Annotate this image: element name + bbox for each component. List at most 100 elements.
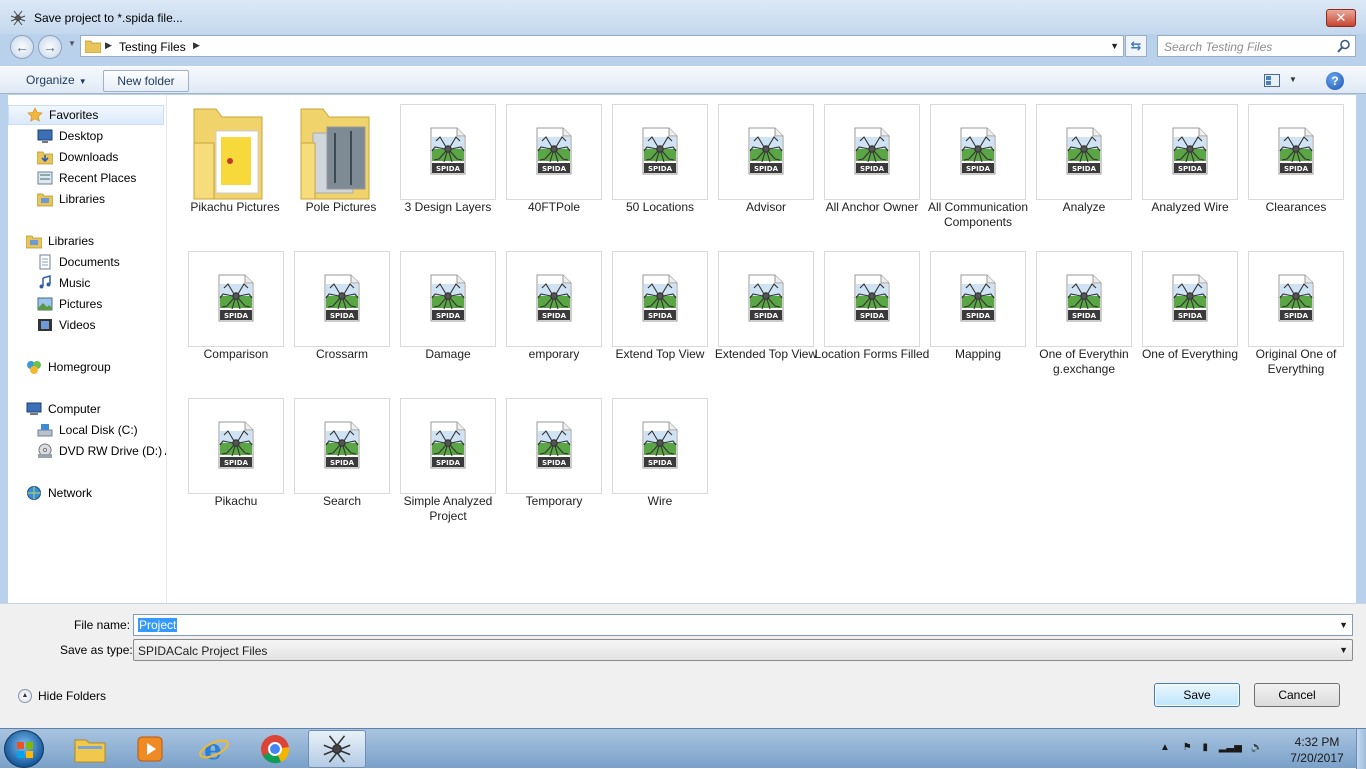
- view-options-icon[interactable]: [1264, 74, 1280, 87]
- show-desktop-button[interactable]: [1356, 729, 1366, 769]
- tray-expand-icon[interactable]: ▲: [1160, 742, 1170, 753]
- sidebar-item-libraries[interactable]: Libraries: [26, 231, 94, 251]
- sidebar-item-pictures[interactable]: Pictures: [37, 294, 102, 314]
- spida-file-tile[interactable]: SPIDA: [824, 251, 920, 347]
- file-label[interactable]: Simple Analyzed Project: [388, 494, 508, 524]
- spida-file-tile[interactable]: SPIDA: [1142, 104, 1238, 200]
- sidebar-item-homegroup[interactable]: Homegroup: [26, 357, 111, 377]
- spida-file-tile[interactable]: SPIDA: [612, 104, 708, 200]
- new-folder-button[interactable]: New folder: [103, 70, 189, 92]
- file-label[interactable]: Temporary: [494, 494, 614, 509]
- sidebar-item-recent-places[interactable]: Recent Places: [37, 168, 136, 188]
- back-button[interactable]: ←: [10, 35, 34, 59]
- spida-file-tile[interactable]: SPIDA: [930, 251, 1026, 347]
- file-label[interactable]: Analyzed Wire: [1130, 200, 1250, 215]
- file-name-field[interactable]: Project ▼: [133, 614, 1353, 636]
- spida-file-tile[interactable]: SPIDA: [718, 104, 814, 200]
- spida-file-tile[interactable]: SPIDA: [718, 251, 814, 347]
- spida-file-tile[interactable]: SPIDA: [400, 251, 496, 347]
- file-label[interactable]: emporary: [494, 347, 614, 362]
- folder-icon[interactable]: [295, 103, 375, 203]
- file-label[interactable]: Wire: [600, 494, 720, 509]
- file-label[interactable]: Pikachu: [176, 494, 296, 509]
- spida-file-tile[interactable]: SPIDA: [824, 104, 920, 200]
- file-label[interactable]: Location Forms Filled: [812, 347, 932, 362]
- file-label[interactable]: Comparison: [176, 347, 296, 362]
- spidacalc-icon[interactable]: [308, 730, 366, 768]
- recent-pages-dropdown[interactable]: ▼: [68, 39, 76, 48]
- clock-date[interactable]: 7/20/2017: [1282, 750, 1352, 766]
- sidebar-item-local-disk[interactable]: Local Disk (C:): [37, 420, 138, 440]
- spida-file-tile[interactable]: SPIDA: [612, 251, 708, 347]
- spida-file-tile[interactable]: SPIDA: [294, 251, 390, 347]
- sidebar-item-downloads[interactable]: Downloads: [37, 147, 118, 167]
- spida-file-tile[interactable]: SPIDA: [1248, 251, 1344, 347]
- spida-file-tile[interactable]: SPIDA: [506, 398, 602, 494]
- sidebar-item-computer[interactable]: Computer: [26, 399, 101, 419]
- sidebar-item-videos[interactable]: Videos: [37, 315, 95, 335]
- chevron-down-icon[interactable]: ▼: [79, 77, 87, 86]
- media-player-icon[interactable]: [122, 730, 178, 768]
- help-button[interactable]: ?: [1326, 72, 1344, 90]
- network-signal-icon[interactable]: ▂▃▅: [1219, 742, 1242, 753]
- save-type-select[interactable]: SPIDACalc Project Files ▼: [133, 639, 1353, 661]
- sidebar-item-libraries-fav[interactable]: Libraries: [37, 189, 105, 209]
- sidebar-item-documents[interactable]: Documents: [37, 252, 120, 272]
- file-label[interactable]: Search: [282, 494, 402, 509]
- breadcrumb-separator[interactable]: ▶: [105, 40, 112, 51]
- view-dropdown-icon[interactable]: ▼: [1289, 75, 1297, 84]
- file-label[interactable]: Mapping: [918, 347, 1038, 362]
- hide-folders-button[interactable]: ▲ Hide Folders: [18, 689, 106, 703]
- file-label[interactable]: All Communication Components: [918, 200, 1038, 230]
- file-label[interactable]: 40FTPole: [494, 200, 614, 215]
- search-input[interactable]: Search Testing Files: [1164, 40, 1272, 54]
- action-center-icon[interactable]: ⚑: [1183, 742, 1192, 753]
- power-icon[interactable]: ▮: [1202, 742, 1208, 753]
- sidebar-item-dvd-drive[interactable]: DVD RW Drive (D:) A: [37, 441, 166, 461]
- save-button[interactable]: Save: [1154, 683, 1240, 707]
- spida-file-tile[interactable]: SPIDA: [506, 251, 602, 347]
- file-label[interactable]: Original One of Everything: [1236, 347, 1356, 377]
- file-label[interactable]: Analyze: [1024, 200, 1144, 215]
- breadcrumb-separator[interactable]: ▶: [193, 40, 200, 51]
- chevron-up-icon[interactable]: ▲: [18, 689, 32, 703]
- address-dropdown-icon[interactable]: ▼: [1110, 41, 1119, 51]
- file-label[interactable]: Extended Top View: [706, 347, 826, 362]
- file-label[interactable]: One of Everything.exchange: [1036, 347, 1132, 377]
- address-bar[interactable]: ▶ Testing Files ▶ ▼: [80, 35, 1124, 57]
- folder-label[interactable]: Pole Pictures: [281, 200, 401, 215]
- spida-file-tile[interactable]: SPIDA: [400, 104, 496, 200]
- chrome-icon[interactable]: [247, 730, 303, 768]
- spida-file-tile[interactable]: SPIDA: [188, 398, 284, 494]
- sidebar-item-network[interactable]: Network: [26, 483, 92, 503]
- file-label[interactable]: Extend Top View: [600, 347, 720, 362]
- file-label[interactable]: 3 Design Layers: [388, 200, 508, 215]
- organize-label[interactable]: Organize: [26, 73, 75, 87]
- chevron-down-icon[interactable]: ▼: [1339, 645, 1348, 655]
- file-label[interactable]: Advisor: [706, 200, 826, 215]
- hide-folders-label[interactable]: Hide Folders: [38, 689, 106, 703]
- file-label[interactable]: Clearances: [1236, 200, 1356, 215]
- spida-file-tile[interactable]: SPIDA: [930, 104, 1026, 200]
- spida-file-tile[interactable]: SPIDA: [188, 251, 284, 347]
- file-label[interactable]: One of Everything: [1130, 347, 1250, 362]
- spida-file-tile[interactable]: SPIDA: [506, 104, 602, 200]
- file-label[interactable]: Crossarm: [282, 347, 402, 362]
- refresh-button[interactable]: ⇆: [1125, 35, 1147, 57]
- internet-explorer-icon[interactable]: e: [186, 730, 242, 768]
- breadcrumb-testing-files[interactable]: Testing Files: [119, 40, 186, 54]
- organize-menu[interactable]: Organize ▼: [26, 73, 87, 87]
- file-name-input[interactable]: Project: [138, 618, 178, 632]
- search-icon[interactable]: [1337, 39, 1351, 53]
- file-label[interactable]: 50 Locations: [600, 200, 720, 215]
- forward-button[interactable]: →: [38, 35, 62, 59]
- sidebar-item-music[interactable]: Music: [37, 273, 90, 293]
- spida-file-tile[interactable]: SPIDA: [1036, 251, 1132, 347]
- folder-label[interactable]: Pikachu Pictures: [175, 200, 295, 215]
- spida-file-tile[interactable]: SPIDA: [1036, 104, 1132, 200]
- search-box[interactable]: Search Testing Files: [1157, 35, 1356, 57]
- spida-file-tile[interactable]: SPIDA: [400, 398, 496, 494]
- chevron-down-icon[interactable]: ▼: [1339, 620, 1348, 630]
- spida-file-tile[interactable]: SPIDA: [1248, 104, 1344, 200]
- folder-icon[interactable]: [188, 103, 268, 203]
